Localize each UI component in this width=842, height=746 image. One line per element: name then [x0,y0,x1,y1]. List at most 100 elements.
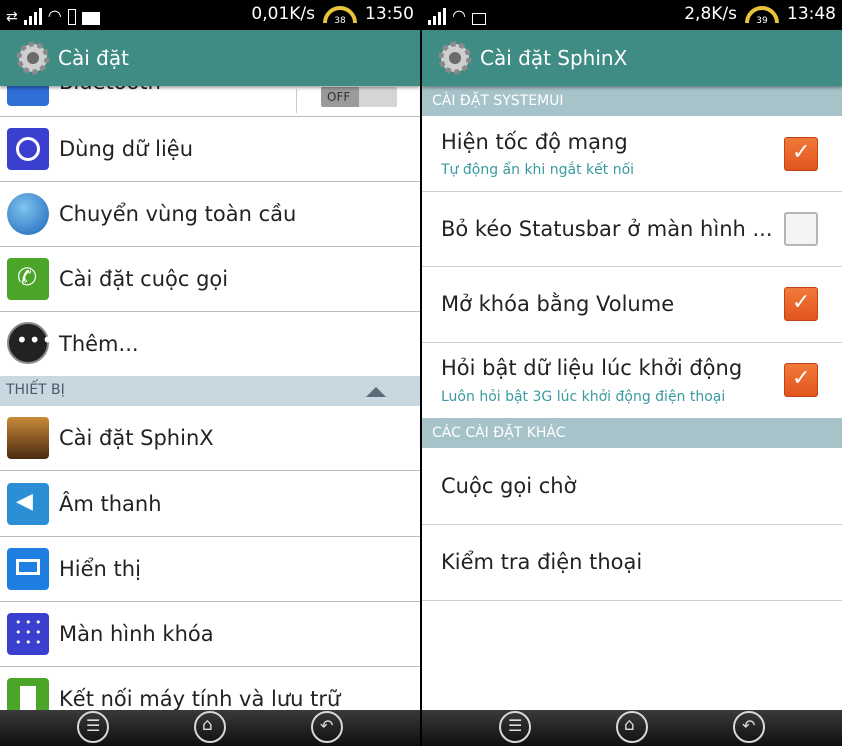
wifi-icon: ◠ [452,6,466,25]
setting-title: Bỏ kéo Statusbar ở màn hình ... [441,217,773,241]
row-label: Hiển thị [59,557,141,581]
section-header-device: THIẾT BỊ [0,376,420,406]
battery-small-icon [67,9,76,25]
setting-network-speed[interactable]: Hiện tốc độ mạng Tự động ẩn khi ngắt kết… [422,116,842,192]
setting-title: Mở khóa bằng Volume [441,292,675,316]
section-title: CÁC CÀI ĐẶT KHÁC [432,425,566,441]
signal-icon [428,7,446,25]
checkbox-volume-unlock[interactable]: ✓ [784,287,818,321]
checkmark-icon: ✓ [792,366,811,391]
sphinx-icon [7,417,49,459]
settings-screen: ⇄ ◠ 0,01K/s 38 13:50 Cài đặt Bluetooth [0,0,420,746]
setting-subtitle: Tự động ẩn khi ngắt kết nối [441,162,635,178]
row-label: Dùng dữ liệu [59,137,194,161]
usb-icon: ⇄ [6,9,18,25]
row-display[interactable]: Hiển thị [0,537,420,602]
row-more[interactable]: ••• Thêm... [0,312,420,376]
network-speed: 2,8K/s [684,4,737,24]
storage-icon [7,678,49,710]
signal-icon [23,7,42,25]
row-global-roaming[interactable]: Chuyển vùng toàn cầu [0,182,420,247]
global-roaming-icon [7,193,49,235]
battery-gauge-icon: 38 [323,6,357,25]
back-button[interactable]: ↶ [733,711,765,743]
setting-disable-statusbar[interactable]: Bỏ kéo Statusbar ở màn hình ... [422,192,842,267]
status-bar: ⇄ ◠ 0,01K/s 38 13:50 [0,0,420,30]
row-label: Bluetooth [59,86,161,94]
setting-title: Hiện tốc độ mạng [441,130,628,154]
checkbox-disable-statusbar[interactable] [784,212,818,246]
navigation-bar: ☰ ⌂ ↶ [0,710,420,746]
back-icon: ↶ [742,716,756,735]
row-storage[interactable]: Kết nối máy tính và lưu trữ [0,667,420,710]
wifi-icon: ◠ [47,6,62,25]
setting-ask-data-boot[interactable]: Hỏi bật dữ liệu lúc khởi động Luôn hỏi b… [422,343,842,418]
checkmark-icon: ✓ [792,290,811,315]
section-title: THIẾT BỊ [6,382,65,398]
status-bar: ◠ 2,8K/s 39 13:48 [422,0,842,30]
sphinx-settings-screen: ◠ 2,8K/s 39 13:48 Cài đặt SphinX CÀI ĐẶT… [422,0,842,746]
page-title: Cài đặt [58,46,129,70]
row-label: Âm thanh [59,492,162,516]
notification-icons: ⇄ ◠ [6,5,100,25]
menu-button[interactable]: ☰ [77,711,109,743]
battery-gauge-icon: 39 [745,6,779,25]
bluetooth-icon [7,86,49,106]
image-icon [471,13,486,25]
more-icon: ••• [7,322,53,364]
bluetooth-toggle[interactable]: OFF [321,87,397,107]
setting-title: Cuộc gọi chờ [441,474,577,498]
row-label: Màn hình khóa [59,622,214,646]
setting-title: Kiểm tra điện thoại [441,550,643,574]
lock-screen-icon: • • • • • • • • • [7,613,49,655]
back-icon: ↶ [320,716,334,735]
app-bar: Cài đặt SphinX [422,30,842,86]
battery-level: 38 [334,16,346,25]
row-data-usage[interactable]: Dùng dữ liệu [0,117,420,182]
speaker-icon: ◀ [7,483,49,525]
data-usage-icon [7,128,49,170]
row-sound[interactable]: ◀ Âm thanh [0,471,420,537]
row-lock-screen[interactable]: • • • • • • • • • Màn hình khóa [0,602,420,667]
menu-button[interactable]: ☰ [499,711,531,743]
settings-list: Bluetooth OFF Dùng dữ liệu Chuyển vùng t… [0,86,420,710]
home-button[interactable]: ⌂ [616,711,648,743]
checkmark-icon: ✓ [792,140,811,165]
clock: 13:48 [787,4,836,24]
row-label: Thêm... [59,332,139,356]
setting-call-waiting[interactable]: Cuộc gọi chờ [422,448,842,525]
row-sphinx-settings[interactable]: Cài đặt SphinX [0,406,420,471]
back-button[interactable]: ↶ [311,711,343,743]
row-label: Chuyển vùng toàn cầu [59,202,297,226]
navigation-bar: ☰ ⌂ ↶ [422,710,842,746]
checkbox-network-speed[interactable]: ✓ [784,137,818,171]
settings-gear-icon[interactable] [436,39,474,77]
home-icon: ⌂ [624,715,635,735]
clock: 13:50 [365,4,414,24]
row-label: Cài đặt cuộc gọi [59,267,229,291]
network-speed: 0,01K/s [251,4,315,24]
section-title: CÀI ĐẶT SYSTEMUI [432,93,564,109]
app-bar: Cài đặt [0,30,420,86]
row-call-settings[interactable]: ✆ Cài đặt cuộc gọi [0,247,420,312]
collapse-caret-icon[interactable] [366,387,386,397]
notification-icons: ◠ [428,5,486,25]
setting-subtitle: Luôn hỏi bật 3G lúc khởi động điện thoại [441,389,726,405]
menu-icon: ☰ [508,716,523,735]
home-button[interactable]: ⌂ [194,711,226,743]
settings-gear-icon[interactable] [14,39,52,77]
toggle-state: OFF [327,90,351,104]
page-title: Cài đặt SphinX [480,46,628,70]
section-header-other: CÁC CÀI ĐẶT KHÁC [422,418,842,448]
display-icon [7,548,49,590]
mail-icon [81,12,100,25]
battery-level: 39 [756,16,768,25]
checkbox-ask-data-boot[interactable]: ✓ [784,363,818,397]
sphinx-settings-list: CÀI ĐẶT SYSTEMUI Hiện tốc độ mạng Tự độn… [422,86,842,710]
menu-icon: ☰ [86,716,101,735]
row-label: Cài đặt SphinX [59,426,214,450]
row-label: Kết nối máy tính và lưu trữ [59,687,341,710]
setting-phone-check[interactable]: Kiểm tra điện thoại [422,525,842,601]
row-bluetooth[interactable]: Bluetooth OFF [0,86,420,117]
setting-volume-unlock[interactable]: Mở khóa bằng Volume ✓ [422,267,842,343]
